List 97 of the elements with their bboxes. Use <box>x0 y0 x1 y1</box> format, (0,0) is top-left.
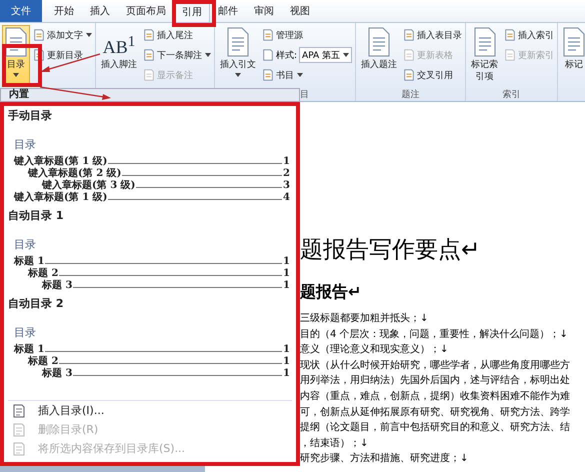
document-heading: 题报告↵ <box>300 282 362 303</box>
page-number: 1 <box>283 280 290 291</box>
page-icon <box>504 29 516 41</box>
ribbon-button[interactable]: 更新目录 <box>32 45 93 65</box>
document-line: 提纲（论文题目，前言中包括研究目的和意义、研究方法、结 <box>300 420 571 436</box>
style-dropdown[interactable]: APA 第五 <box>299 47 352 63</box>
page-icon <box>262 29 274 41</box>
page-icon <box>33 29 45 41</box>
preview-heading: 目录 <box>14 137 37 152</box>
annotation-frame <box>172 0 216 27</box>
annotation-frame <box>2 44 42 87</box>
ribbon-tab[interactable]: 开始 <box>46 0 82 22</box>
preview-entry: 标题 3 <box>42 278 72 292</box>
page-icon <box>403 49 416 61</box>
preview-entry: 标题 2 <box>28 354 58 368</box>
ribbon-tab[interactable]: 邮件 <box>210 0 246 22</box>
ribbon-button[interactable]: 下一条脚注 <box>142 45 212 65</box>
page-icon <box>143 69 155 81</box>
ribbon-button[interactable]: 插入题注 <box>358 25 400 87</box>
page-number: 1 <box>283 344 290 355</box>
document-line: 三级标题都要加粗并抵头；↓ <box>300 312 430 326</box>
ribbon-button[interactable]: 插入索引 <box>503 25 556 45</box>
page-number: 3 <box>283 180 290 191</box>
page-icon <box>403 69 416 81</box>
ribbon-button[interactable]: 标记 <box>560 25 585 87</box>
ribbon-tab[interactable]: 页面布局 <box>118 0 174 22</box>
preview-entry: 标题 1 <box>14 342 44 356</box>
document-line: 可，创新点从延伸拓展原有研究、研究视角、研究方法、跨学 <box>300 406 571 420</box>
document-icon <box>563 27 585 57</box>
caret-icon <box>297 73 303 77</box>
page-number: 1 <box>283 256 290 267</box>
group-label: 索引 <box>502 90 521 100</box>
document-icon <box>474 27 496 57</box>
group-label: 目 <box>300 90 310 100</box>
group-label: 题注 <box>402 90 420 100</box>
page-icon <box>12 404 26 418</box>
preview-entry: 键入章标题(第 1 级) <box>14 154 108 167</box>
page-number: 1 <box>283 156 290 167</box>
document-line: 目的（4 个层次：现象，问题，重要性，解决什么问题）；↓ <box>300 328 569 342</box>
page-icon <box>143 29 155 41</box>
document-icon <box>368 27 390 57</box>
page-number: 1 <box>283 268 290 279</box>
gallery-item-title: 自动目录 2 <box>8 296 64 311</box>
page-number: 1 <box>283 368 290 379</box>
ribbon-button[interactable]: 管理源 <box>261 25 354 45</box>
ribbon-button[interactable]: 插入表目录 <box>402 25 464 45</box>
caret-icon <box>205 53 211 57</box>
ribbon-tab[interactable]: 视图 <box>282 0 318 22</box>
document-icon <box>227 27 249 57</box>
page-icon <box>262 49 274 61</box>
preview-entry: 键入章标题(第 2 级) <box>28 166 122 179</box>
ribbon-button[interactable]: 书目 <box>261 65 354 85</box>
ribbon-button[interactable]: 插入引文 <box>217 25 259 87</box>
menu-item[interactable]: 插入目录(I)... <box>8 401 292 420</box>
toc-gallery-item[interactable]: 手动目录 目录 键入章标题(第 1 级) 1 键入章标题(第 2 级) 2 键入章标题(第 3 级) 3 键入章标题(第 1 级) 4 <box>8 108 292 208</box>
ribbon-tab[interactable]: 插入 <box>82 0 118 22</box>
gallery-item-title: 手动目录 <box>8 108 53 123</box>
document-title: 题报告写作要点↵ <box>300 236 482 265</box>
toc-gallery-item[interactable]: 自动目录 2 目录 标题 1 1 标题 2 1 标题 3 1 <box>8 296 292 384</box>
ribbon-button[interactable]: 添加文字 <box>32 25 93 45</box>
preview-entry: 标题 2 <box>28 266 58 280</box>
document-line: 用列举法，用归纳法）先国外后国内，述与评结合，标明出处 <box>300 374 571 388</box>
page-number: 1 <box>283 356 290 367</box>
page-icon <box>12 442 26 456</box>
page-icon <box>262 69 274 81</box>
page-icon <box>403 29 416 41</box>
page-icon <box>12 422 26 436</box>
page-number: 2 <box>283 168 290 179</box>
annotation-arrow <box>40 86 111 100</box>
toc-gallery-item[interactable]: 自动目录 1 目录 标题 1 1 标题 2 1 标题 3 1 <box>8 208 292 296</box>
ribbon-button[interactable]: 插入尾注 <box>142 25 212 45</box>
document-line: 内容（重点，难点，创新点，提纲）收集资料困难不能作为难 <box>300 390 571 404</box>
preview-heading: 目录 <box>14 237 37 252</box>
document-line: 现状（从什么时候开始研究，哪些学者，从哪些角度用哪些方 <box>300 358 571 373</box>
style-label: 样式: <box>276 50 298 62</box>
preview-entry: 标题 3 <box>42 366 72 380</box>
caret-icon <box>235 73 241 77</box>
ribbon-tab[interactable]: 审阅 <box>246 0 282 22</box>
page-number: 4 <box>283 192 290 203</box>
gallery-item-title: 自动目录 1 <box>8 208 64 223</box>
document-line: ，结束语）；↓ <box>300 436 370 451</box>
document-line: 意义（理论意义和现实意义）；↓ <box>300 342 450 358</box>
preview-heading: 目录 <box>14 325 37 340</box>
document-line: 研究步骤、方法和措施、研究进度；↓ <box>300 452 470 466</box>
page-icon <box>504 49 516 61</box>
ribbon-button[interactable]: 交叉引用 <box>402 65 464 85</box>
caret-icon <box>13 73 19 77</box>
caret-icon <box>86 33 92 37</box>
caret-icon <box>343 53 350 57</box>
menu-header: 内置 <box>0 88 300 102</box>
ribbon-button[interactable]: 标记索引项 <box>468 25 502 87</box>
ribbon-tab[interactable]: 文件 <box>0 0 42 22</box>
preview-entry: 键入章标题(第 1 级) <box>14 190 108 204</box>
preview-entry: 键入章标题(第 3 级) <box>42 178 136 191</box>
page-icon <box>143 49 155 61</box>
ribbon-button[interactable]: AB$^{1}$ 插入脚注 <box>98 25 140 87</box>
preview-entry: 标题 1 <box>14 254 44 268</box>
